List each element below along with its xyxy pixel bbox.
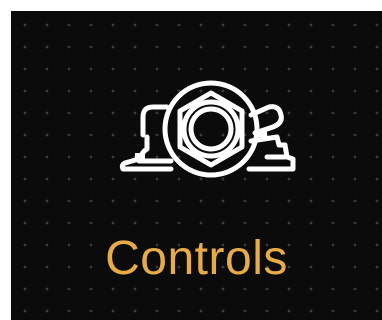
tile-label: Controls (105, 232, 288, 285)
controls-tile[interactable]: Controls (11, 11, 382, 320)
page: Controls (0, 0, 382, 320)
controls-icon (109, 73, 299, 193)
